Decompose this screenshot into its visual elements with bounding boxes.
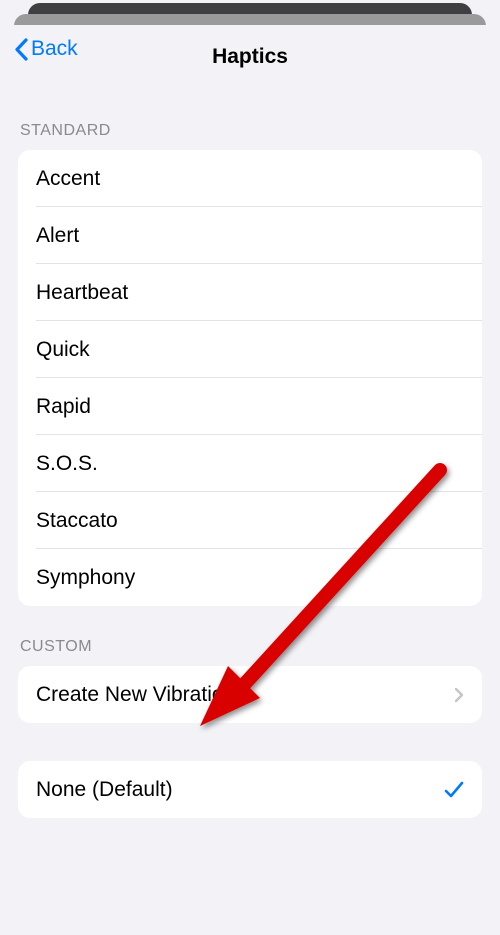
create-new-vibration[interactable]: Create New Vibration (18, 666, 482, 723)
content-area: Standard Accent Alert Heartbeat Quick Ra… (0, 80, 500, 818)
list-item-label: Heartbeat (36, 281, 128, 305)
haptic-option-heartbeat[interactable]: Heartbeat (18, 264, 482, 321)
list-item-label: None (Default) (36, 778, 173, 802)
page-title: Haptics (212, 45, 288, 69)
haptic-option-none[interactable]: None (Default) (18, 761, 482, 818)
settings-sheet: Back Haptics Standard Accent Alert Heart… (0, 25, 500, 935)
custom-list: Create New Vibration (18, 666, 482, 723)
haptic-option-sos[interactable]: S.O.S. (18, 435, 482, 492)
haptic-option-accent[interactable]: Accent (18, 150, 482, 207)
list-item-label: Create New Vibration (36, 683, 235, 707)
section-header-standard: Standard (18, 80, 482, 150)
back-label: Back (31, 37, 78, 61)
chevron-left-icon (14, 38, 29, 61)
list-item-label: S.O.S. (36, 452, 98, 476)
section-header-custom: Custom (18, 606, 482, 666)
chevron-right-icon (454, 687, 464, 703)
haptic-option-symphony[interactable]: Symphony (18, 549, 482, 606)
haptic-option-rapid[interactable]: Rapid (18, 378, 482, 435)
list-item-label: Quick (36, 338, 90, 362)
navigation-bar: Back Haptics (0, 25, 500, 80)
haptic-option-alert[interactable]: Alert (18, 207, 482, 264)
list-item-label: Alert (36, 224, 79, 248)
haptic-option-staccato[interactable]: Staccato (18, 492, 482, 549)
list-item-label: Staccato (36, 509, 118, 533)
checkmark-icon (444, 781, 464, 799)
list-item-label: Accent (36, 167, 100, 191)
none-list: None (Default) (18, 761, 482, 818)
list-item-label: Symphony (36, 566, 135, 590)
list-item-label: Rapid (36, 395, 91, 419)
back-button[interactable]: Back (14, 37, 78, 61)
standard-list: Accent Alert Heartbeat Quick Rapid S.O.S… (18, 150, 482, 606)
haptic-option-quick[interactable]: Quick (18, 321, 482, 378)
